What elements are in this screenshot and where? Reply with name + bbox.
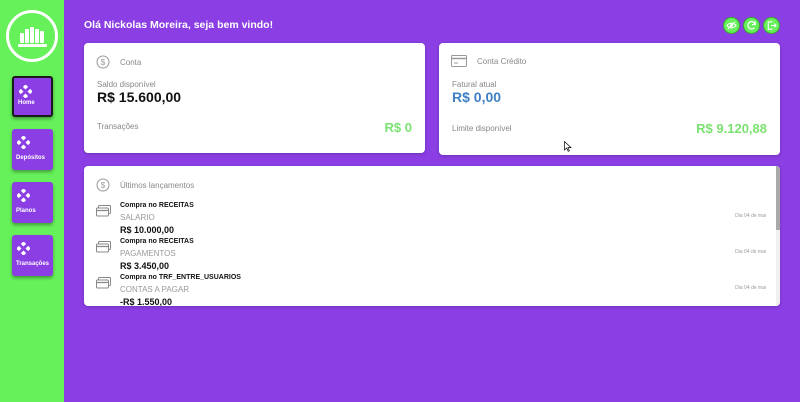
nav-deposits-button[interactable]: Depósitos [12, 129, 53, 170]
transaction-date: Dia 04 de mai [735, 249, 766, 255]
transaction-date: Dia 04 de mai [735, 213, 766, 219]
refresh-button[interactable] [743, 17, 760, 34]
balance-label: Saldo disponível [97, 80, 156, 89]
card-icon [96, 277, 111, 289]
svg-text:$: $ [101, 181, 106, 190]
credit-title: Conta Crédito [477, 56, 527, 66]
transaction-value: -R$ 1.550,00 [120, 297, 173, 306]
diamond-icon [19, 85, 32, 98]
mouse-cursor-icon [564, 141, 572, 152]
recent-transactions-card: $ Últimos lançamentos Compra no RECEITAS… [84, 166, 780, 306]
bank-logo[interactable] [6, 10, 58, 62]
eye-icon [726, 21, 737, 30]
top-actions [723, 17, 780, 34]
nav-transactions-label: Transações [16, 261, 50, 267]
transaction-category: PAGAMENTOS [120, 249, 176, 258]
greeting-text: Olá Nickolas Moreira, seja bem vindo! [84, 19, 274, 31]
toggle-visibility-button[interactable] [723, 17, 740, 34]
transaction-value: R$ 3.450,00 [120, 261, 170, 271]
nav-home-button[interactable]: Home [12, 76, 53, 117]
transaction-description: Compra no RECEITAS [120, 238, 194, 245]
nav-plans-button[interactable]: Planos [12, 182, 53, 223]
scrollbar-thumb[interactable] [776, 166, 780, 230]
invoice-label: Fatural atual [452, 80, 497, 89]
credit-card-icon [451, 55, 467, 67]
account-card: $ Conta Saldo disponível R$ 15.600,00 Tr… [84, 43, 425, 153]
diamond-icon [17, 189, 30, 202]
transaction-category: SALARIO [120, 213, 155, 222]
logout-button[interactable] [763, 17, 780, 34]
dollar-circle-icon: $ [96, 55, 110, 69]
transactions-value: R$ 0 [384, 120, 412, 135]
limit-label: Limite disponível [452, 124, 512, 133]
balance-value: R$ 15.600,00 [97, 89, 182, 105]
dollar-circle-icon: $ [96, 178, 110, 192]
card-icon [96, 241, 111, 253]
list-item[interactable]: Compra no RECEITAS SALARIO R$ 10.000,00 … [84, 202, 780, 238]
sidebar: Home Depósitos Planos Transações [0, 0, 64, 402]
account-title: Conta [120, 57, 142, 67]
nav-plans-label: Planos [16, 208, 36, 214]
transactions-label: Transações [97, 122, 139, 131]
transaction-description: Compra no RECEITAS [120, 202, 194, 209]
list-item[interactable]: Compra no RECEITAS PAGAMENTOS R$ 3.450,0… [84, 238, 780, 274]
transaction-description: Compra no TRF_ENTRE_USUARIOS [120, 274, 241, 281]
nav-deposits-label: Depósitos [16, 155, 46, 161]
logout-icon [767, 21, 777, 30]
refresh-icon [747, 21, 756, 30]
credit-card-panel: Conta Crédito Fatural atual R$ 0,00 Limi… [439, 43, 780, 155]
list-scrollbar[interactable] [776, 166, 780, 306]
transaction-date: Dia 04 de mai [735, 285, 766, 291]
nav-home-label: Home [18, 100, 35, 106]
svg-text:$: $ [101, 58, 106, 67]
invoice-value: R$ 0,00 [452, 89, 502, 105]
card-icon [96, 205, 111, 217]
transaction-category: CONTAS A PAGAR [120, 285, 190, 294]
limit-value: R$ 9.120,88 [696, 121, 767, 136]
recent-title: Últimos lançamentos [120, 180, 195, 190]
diamond-icon [17, 136, 30, 149]
diamond-icon [17, 242, 30, 255]
transaction-value: R$ 10.000,00 [120, 225, 175, 235]
nav-transactions-button[interactable]: Transações [12, 235, 53, 276]
list-item[interactable]: Compra no TRF_ENTRE_USUARIOS CONTAS A PA… [84, 274, 780, 306]
